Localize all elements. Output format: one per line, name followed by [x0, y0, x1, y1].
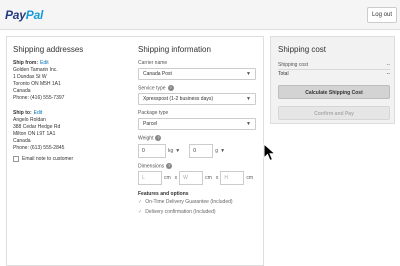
- dimensions-label: Dimensions?: [138, 162, 264, 169]
- weight-kg-input[interactable]: 0: [138, 143, 166, 158]
- dimension-unit: cm: [246, 174, 254, 181]
- check-icon: ✓: [138, 208, 143, 215]
- check-icon: ✓: [138, 198, 143, 205]
- ship-from-heading: Ship from: Edit: [13, 60, 131, 66]
- mouse-cursor-icon: [263, 143, 277, 162]
- feature-label: Delivery confirmation (Included): [145, 208, 216, 215]
- ship-to-edit-link[interactable]: Edit: [34, 110, 43, 116]
- shipping-addresses-section: Shipping addresses Ship from: Edit Golden…: [7, 37, 131, 170]
- shipping-information-section: Shipping information Carrier name Canada…: [132, 37, 264, 219]
- package-type-label: Package type: [138, 110, 169, 117]
- features-label: Features and options: [138, 190, 189, 197]
- feature-option: ✓ On-Time Delivery Guarantee (Included): [138, 199, 264, 205]
- shipping-cost-row: Shipping cost --: [278, 62, 390, 70]
- carrier-select[interactable]: Canada Post ▼: [138, 68, 256, 80]
- help-icon[interactable]: ?: [167, 85, 174, 91]
- chevron-down-icon: ▼: [246, 121, 251, 128]
- address-line: Phone: (416) 555-7397: [13, 95, 65, 101]
- confirm-and-pay-button[interactable]: Confirm and Pay: [278, 106, 390, 120]
- paypal-logo[interactable]: PayPal: [5, 8, 43, 22]
- logout-button[interactable]: Log out: [366, 7, 397, 23]
- total-value: --: [386, 71, 390, 77]
- address-line: Golden Tamarin Inc.: [13, 67, 58, 73]
- carrier-label: Carrier name: [138, 60, 168, 66]
- weight-g-input[interactable]: 0: [189, 143, 214, 158]
- package-type-value: Parcel: [143, 121, 158, 128]
- address-line: 388 Cedar Hedge Rd: [13, 124, 61, 130]
- weight-row: 0 kg ▼ 0 g ▼: [138, 143, 264, 158]
- calculate-shipping-button[interactable]: Calculate Shipping Cost: [278, 85, 390, 99]
- address-line: Phone: (613) 555-2845: [13, 145, 65, 151]
- address-line: Milton ON L9T 1A1: [13, 131, 56, 137]
- dimensions-row: L cm x W cm x H cm: [138, 170, 264, 185]
- service-type-text: Service type: [138, 85, 166, 92]
- email-notice-checkbox[interactable]: [13, 156, 19, 162]
- chevron-down-icon: ▼: [246, 71, 251, 77]
- service-type-select[interactable]: Xpresspost (1-2 business days) ▼: [138, 93, 256, 106]
- address-line: Toronto ON M5H 1A1: [13, 81, 61, 87]
- total-label: Total: [278, 71, 289, 77]
- dimension-length-input[interactable]: L: [138, 170, 162, 185]
- email-notice-label: Email note to customer: [22, 156, 74, 162]
- chevron-down-icon: ▼: [246, 96, 251, 103]
- chevron-down-icon[interactable]: ▼: [175, 146, 189, 156]
- package-type-select[interactable]: Parcel ▼: [138, 118, 256, 131]
- top-bar: PayPal Log out: [0, 0, 400, 30]
- email-notice-row[interactable]: Email note to customer: [13, 156, 131, 162]
- weight-kg-unit: kg: [168, 147, 174, 154]
- dimension-height-input[interactable]: H: [220, 170, 245, 185]
- ship-from-address: Golden Tamarin Inc. 1 Dundas St W Toront…: [13, 67, 131, 102]
- shipping-cost-title: Shipping cost: [278, 45, 327, 54]
- ship-from-edit-link[interactable]: Edit: [40, 60, 49, 66]
- dimension-width-input[interactable]: W: [179, 170, 204, 185]
- dimension-unit: cm: [164, 174, 171, 181]
- shipping-cost-panel: Shipping cost Shipping cost -- Total -- …: [270, 36, 395, 124]
- service-type-value: Xpresspost (1-2 business days): [143, 96, 214, 103]
- logo-pay: Pay: [5, 8, 26, 22]
- dimensions-text: Dimensions: [138, 162, 165, 169]
- weight-text: Weight: [138, 135, 154, 142]
- total-row: Total --: [278, 71, 390, 78]
- shipping-cost-label: Shipping cost: [278, 62, 309, 68]
- main-content: Shipping addresses Ship from: Edit Golden…: [6, 36, 264, 266]
- weight-g-unit: g: [215, 147, 219, 154]
- ship-to-heading: Ship to: Edit: [13, 110, 131, 116]
- dimension-unit: cm: [205, 174, 212, 181]
- service-type-label: Service type?: [138, 85, 264, 91]
- feature-label: On-Time Delivery Guarantee (Included): [145, 198, 233, 205]
- ship-from-label: Ship from:: [13, 60, 38, 66]
- ship-from-block: Ship from: Edit Golden Tamarin Inc. 1 Dun…: [13, 60, 131, 102]
- shipping-information-title: Shipping information: [138, 45, 211, 54]
- logo-pal: Pal: [25, 8, 44, 22]
- help-icon[interactable]: ?: [155, 135, 162, 142]
- carrier-value: Canada Post: [143, 71, 172, 77]
- ship-to-block: Ship to: Edit Angelo Roldan 388 Cedar Hed…: [13, 110, 131, 162]
- ship-to-label: Ship to:: [13, 110, 32, 116]
- chevron-down-icon[interactable]: ▼: [220, 146, 234, 156]
- dimension-separator: x: [215, 174, 219, 181]
- address-line: Canada: [13, 88, 31, 94]
- address-line: Angelo Roldan: [13, 117, 46, 123]
- dimension-separator: x: [174, 174, 178, 181]
- feature-option: ✓ Delivery confirmation (Included): [138, 209, 264, 215]
- address-line: 1 Dundas St W: [13, 74, 47, 80]
- address-line: Canada: [13, 138, 31, 144]
- ship-to-address: Angelo Roldan 388 Cedar Hedge Rd Milton …: [13, 117, 131, 152]
- shipping-cost-value: --: [386, 62, 390, 68]
- help-icon[interactable]: ?: [166, 162, 173, 169]
- shipping-addresses-title: Shipping addresses: [13, 45, 84, 54]
- weight-label: Weight?: [138, 135, 264, 142]
